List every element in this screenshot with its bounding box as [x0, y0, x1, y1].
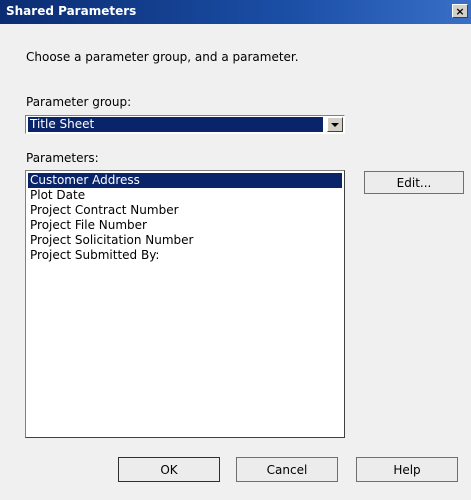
list-item[interactable]: Project Contract Number — [28, 203, 342, 218]
list-item[interactable]: Customer Address — [28, 173, 342, 188]
list-item[interactable]: Project Submitted By: — [28, 248, 342, 263]
parameter-group-label: Parameter group: — [26, 95, 132, 109]
parameter-group-select[interactable]: Title Sheet — [25, 115, 345, 134]
help-button[interactable]: Help — [356, 457, 458, 482]
window-title: Shared Parameters — [6, 4, 137, 18]
parameters-listbox[interactable]: Customer Address Plot Date Project Contr… — [25, 170, 345, 438]
edit-button[interactable]: Edit... — [364, 171, 464, 194]
close-button[interactable]: × — [452, 4, 468, 18]
parameter-group-value: Title Sheet — [28, 117, 323, 132]
parameters-label: Parameters: — [26, 151, 99, 165]
chevron-down-icon — [331, 122, 339, 127]
dropdown-button[interactable] — [327, 117, 343, 132]
title-bar: Shared Parameters × — [0, 0, 471, 24]
list-item[interactable]: Plot Date — [28, 188, 342, 203]
ok-button[interactable]: OK — [118, 457, 220, 482]
shared-parameters-dialog: Shared Parameters × Choose a parameter g… — [0, 0, 471, 500]
list-item[interactable]: Project File Number — [28, 218, 342, 233]
instruction-text: Choose a parameter group, and a paramete… — [26, 50, 299, 64]
close-icon: × — [455, 4, 465, 18]
list-item[interactable]: Project Solicitation Number — [28, 233, 342, 248]
cancel-button[interactable]: Cancel — [236, 457, 338, 482]
